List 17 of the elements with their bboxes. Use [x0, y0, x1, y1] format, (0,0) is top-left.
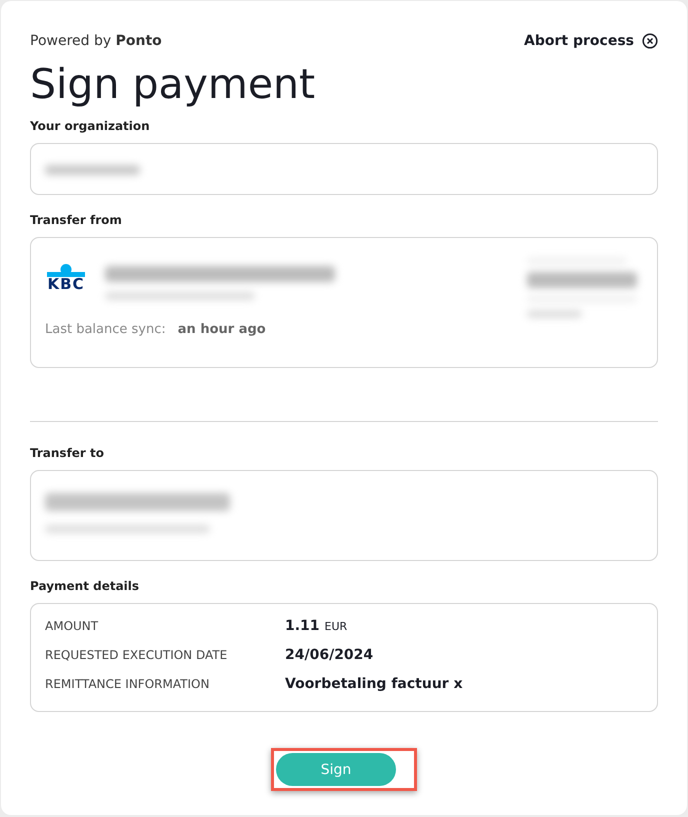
detail-label: REMITTANCE INFORMATION: [45, 677, 210, 691]
sync-label: Last balance sync:: [45, 322, 166, 337]
detail-value: 1.11 EUR: [285, 618, 348, 634]
section-label: Your organization: [30, 119, 151, 133]
sync-value: an hour ago: [178, 322, 266, 337]
section-label: Transfer to: [30, 446, 106, 460]
detail-value: Voorbetaling factuur x: [285, 676, 464, 692]
powered-by-text: Powered by Ponto: [30, 33, 162, 49]
close-icon: [642, 33, 658, 49]
detail-label: AMOUNT: [45, 619, 100, 633]
section-label: Payment details: [30, 579, 140, 593]
abort-button[interactable]: Abort process: [524, 33, 658, 49]
detail-value: 24/06/2024: [285, 647, 374, 663]
page-title: Sign payment: [30, 59, 316, 109]
bank-logo: KBC: [45, 264, 87, 300]
section-label: Transfer from: [30, 213, 123, 227]
detail-label: REQUESTED EXECUTION DATE: [45, 648, 228, 662]
